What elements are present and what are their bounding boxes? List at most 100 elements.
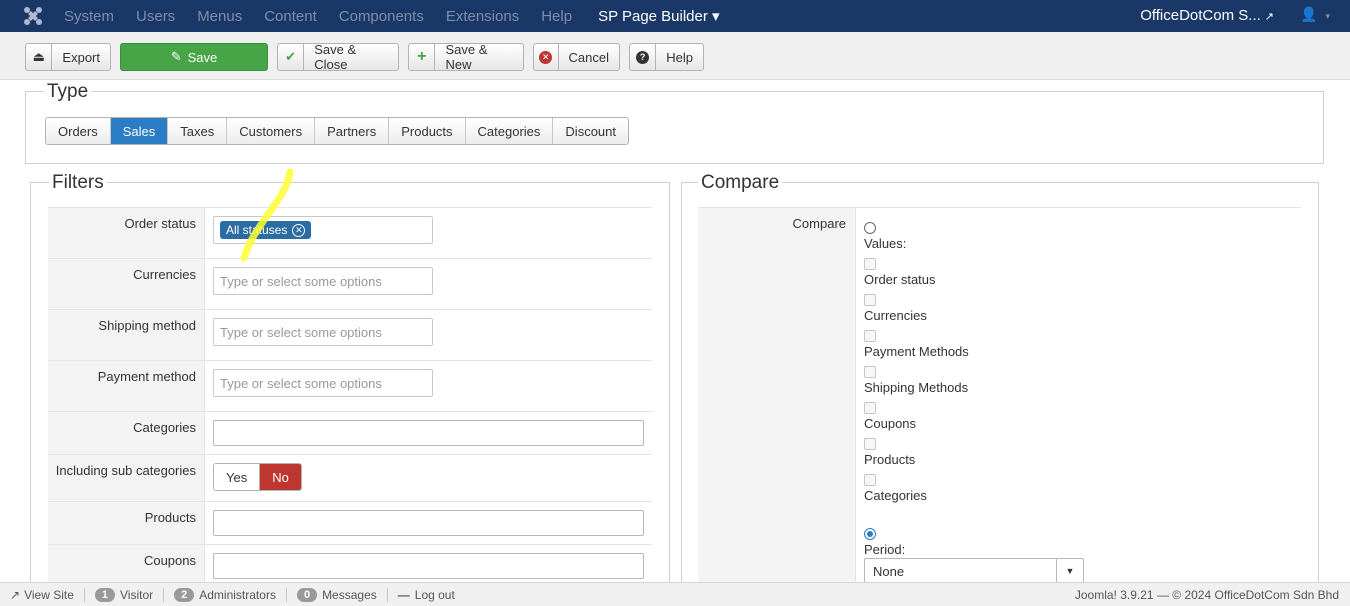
shipping-method-select[interactable]: Type or select some options	[213, 318, 433, 346]
status-bar: ↗ View Site 1 Visitor 2 Administrators 0…	[0, 582, 1350, 606]
cancel-label: Cancel	[568, 49, 609, 65]
save-new-label: Save & New	[445, 42, 488, 72]
tab-categories[interactable]: Categories	[465, 118, 554, 144]
period-value: None	[873, 563, 905, 579]
view-site-label: View Site	[24, 587, 74, 602]
payment-method-label: Payment method	[48, 361, 205, 411]
shipping-methods-checkbox[interactable]	[864, 366, 876, 378]
no-button[interactable]: No	[260, 464, 301, 490]
visitor-label: Visitor	[120, 587, 154, 602]
period-radio[interactable]	[864, 528, 876, 540]
products-option: Products	[864, 452, 916, 467]
save-button[interactable]: ✎ Save	[120, 43, 268, 71]
currencies-checkbox[interactable]	[864, 294, 876, 306]
menu-extensions[interactable]: Extensions	[446, 8, 519, 25]
filter-row-payment: Payment method Type or select some optio…	[48, 361, 652, 412]
tab-partners[interactable]: Partners	[315, 118, 390, 144]
menu-users[interactable]: Users	[136, 8, 175, 25]
joomla-logo-icon[interactable]	[22, 5, 44, 27]
view-site-link[interactable]: ↗ View Site	[0, 587, 85, 602]
logout-link[interactable]: — Log out	[388, 588, 465, 602]
site-link[interactable]: OfficeDotCom S... ↗	[1140, 7, 1274, 24]
menu-components[interactable]: Components	[339, 8, 424, 25]
export-label: Export	[62, 49, 100, 65]
help-label: Help	[666, 49, 693, 65]
order-status-label: Order status	[48, 208, 205, 258]
menu-sp-page-builder[interactable]: SP Page Builder ▾	[598, 7, 720, 25]
payment-methods-checkbox[interactable]	[864, 330, 876, 342]
products-checkbox[interactable]	[864, 438, 876, 450]
compare-table: Compare Values: Order status Currencies …	[698, 207, 1301, 584]
help-button[interactable]: ? Help	[629, 43, 704, 71]
menu-help[interactable]: Help	[541, 8, 572, 25]
filter-row-products: Products	[48, 502, 652, 545]
filter-row-order-status: Order status All statuses ✕	[48, 208, 652, 259]
messages-link[interactable]: 0 Messages	[287, 587, 388, 602]
menu-menus[interactable]: Menus	[197, 8, 242, 25]
status-chip-label: All statuses	[226, 223, 288, 237]
status-chip: All statuses ✕	[220, 221, 312, 239]
user-menu[interactable]: 👤 ▾	[1300, 6, 1330, 23]
copyright-text: © 2024 OfficeDotCom Sdn Bhd	[1172, 588, 1339, 602]
site-name: OfficeDotCom S...	[1140, 7, 1261, 24]
messages-count-badge: 0	[296, 587, 318, 602]
coupons-option: Coupons	[864, 416, 917, 431]
user-caret-icon: ▾	[1325, 11, 1330, 21]
filter-row-categories: Categories	[48, 412, 652, 455]
period-select[interactable]: None ▼	[864, 558, 1084, 584]
coupons-label: Coupons	[48, 545, 205, 587]
tab-products[interactable]: Products	[389, 118, 466, 144]
compare-fieldset: Compare Compare Values: Order status Cur…	[681, 172, 1319, 584]
save-close-label: Save & Close	[314, 42, 357, 72]
products-label: Products	[48, 502, 205, 544]
cancel-button[interactable]: ✕ Cancel	[533, 43, 620, 71]
visitors-status: 1 Visitor	[85, 587, 165, 602]
help-icon: ?	[630, 44, 657, 70]
export-icon: ⏏	[26, 44, 53, 70]
logout-icon: —	[397, 587, 410, 602]
export-button[interactable]: ⏏ Export	[25, 43, 111, 71]
yes-button[interactable]: Yes	[214, 464, 261, 490]
type-tabs: Orders Sales Taxes Customers Partners Pr…	[45, 117, 629, 145]
tab-sales[interactable]: Sales	[110, 118, 169, 144]
menu-content[interactable]: Content	[264, 8, 317, 25]
values-label: Values:	[864, 236, 907, 251]
values-radio[interactable]	[864, 222, 876, 234]
type-fieldset: Type Orders Sales Taxes Customers Partne…	[25, 81, 1324, 164]
products-input[interactable]	[213, 510, 644, 536]
type-legend: Type	[44, 81, 92, 103]
tab-taxes[interactable]: Taxes	[168, 118, 228, 144]
footer-info: Joomla! 3.9.21 — © 2024 OfficeDotCom Sdn…	[1075, 588, 1339, 602]
order-status-checkbox[interactable]	[864, 258, 876, 270]
footer-separator: —	[1156, 588, 1173, 602]
coupons-checkbox[interactable]	[864, 402, 876, 414]
categories-input[interactable]	[213, 420, 644, 446]
chip-remove-icon[interactable]: ✕	[292, 223, 306, 237]
tab-orders[interactable]: Orders	[46, 118, 111, 144]
filters-fieldset: Filters Order status All statuses ✕ Curr…	[30, 172, 670, 588]
period-label: Period:	[864, 542, 906, 557]
save-close-button[interactable]: ✔ Save & Close	[277, 42, 399, 72]
order-status-option: Order status	[864, 272, 936, 287]
shipping-methods-option: Shipping Methods	[864, 380, 969, 395]
payment-method-select[interactable]: Type or select some options	[213, 369, 433, 397]
currencies-select[interactable]: Type or select some options	[213, 267, 433, 295]
filters-table: Order status All statuses ✕ Currencies T…	[48, 207, 652, 588]
external-link-icon: ↗	[1264, 11, 1274, 23]
edit-icon: ✎	[170, 49, 182, 64]
external-link-icon: ↗	[10, 587, 21, 602]
caret-down-icon: ▼	[1056, 559, 1083, 583]
coupons-input[interactable]	[213, 553, 644, 579]
categories-checkbox[interactable]	[864, 474, 876, 486]
currencies-option: Currencies	[864, 308, 927, 323]
tab-customers[interactable]: Customers	[227, 118, 316, 144]
save-new-button[interactable]: + Save & New	[408, 42, 524, 72]
compare-legend: Compare	[698, 172, 783, 194]
menu-system[interactable]: System	[64, 8, 114, 25]
currencies-label: Currencies	[48, 259, 205, 309]
user-icon: 👤	[1300, 6, 1318, 22]
compare-label: Compare	[698, 208, 856, 584]
admin-count-badge: 2	[174, 587, 195, 602]
order-status-select[interactable]: All statuses ✕	[213, 216, 433, 244]
tab-discount[interactable]: Discount	[553, 118, 628, 144]
